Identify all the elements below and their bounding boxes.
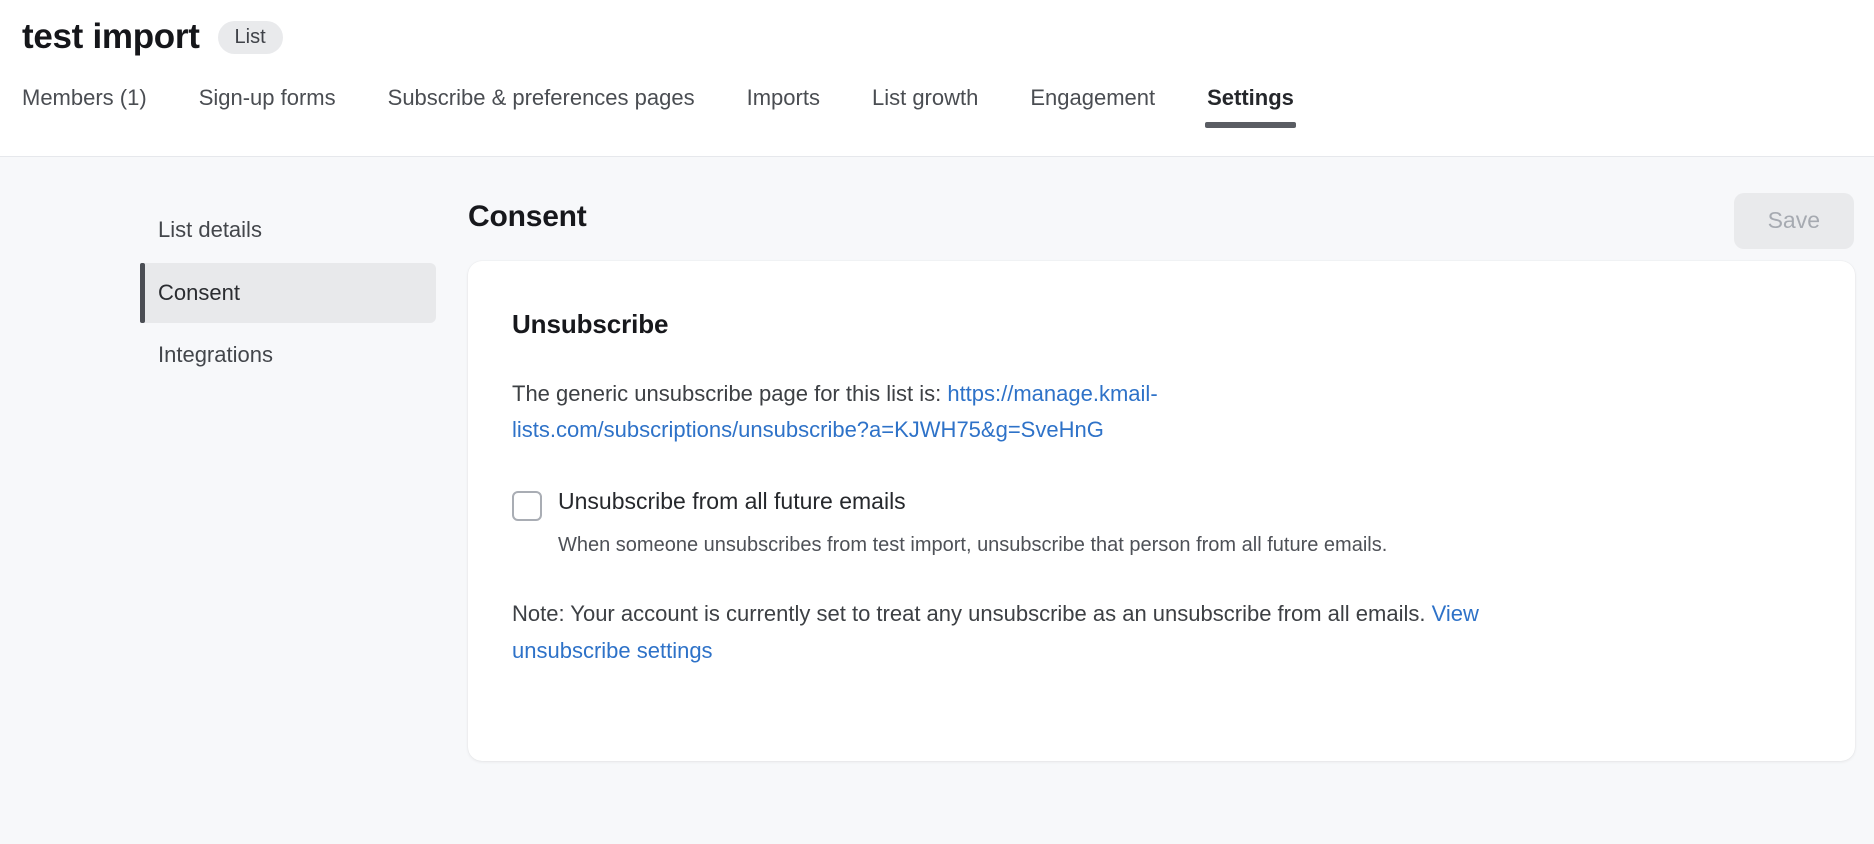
section-header: Consent Save: [436, 157, 1855, 261]
list-type-badge: List: [218, 21, 283, 54]
sidebar-item-consent[interactable]: Consent: [140, 263, 436, 324]
settings-main: Consent Save Unsubscribe The generic uns…: [436, 157, 1874, 844]
sidebar-item-integrations[interactable]: Integrations: [140, 325, 436, 386]
settings-sidebar: List details Consent Integrations: [0, 157, 436, 844]
save-button[interactable]: Save: [1734, 193, 1854, 249]
section-title: Consent: [468, 193, 587, 235]
note-text: Note: Your account is currently set to t…: [512, 601, 1432, 626]
page-title: test import: [22, 18, 200, 57]
tab-signup-forms[interactable]: Sign-up forms: [173, 76, 362, 134]
title-row: test import List: [0, 0, 1874, 62]
unsubscribe-all-row: Unsubscribe from all future emails: [512, 487, 1811, 521]
tab-members[interactable]: Members (1): [22, 76, 173, 134]
account-unsubscribe-note: Note: Your account is currently set to t…: [512, 595, 1522, 670]
tab-imports[interactable]: Imports: [721, 76, 846, 134]
tab-list-growth[interactable]: List growth: [846, 76, 1004, 134]
page-body: List details Consent Integrations Consen…: [0, 157, 1874, 844]
page-header: test import List Members (1) Sign-up for…: [0, 0, 1874, 157]
card-title: Unsubscribe: [512, 309, 1811, 340]
generic-unsubscribe-page-paragraph: The generic unsubscribe page for this li…: [512, 376, 1512, 449]
unsubscribe-all-checkbox[interactable]: [512, 491, 542, 521]
generic-page-text: The generic unsubscribe page for this li…: [512, 381, 947, 406]
unsubscribe-all-label[interactable]: Unsubscribe from all future emails: [558, 487, 906, 516]
tab-settings[interactable]: Settings: [1181, 76, 1320, 134]
unsubscribe-card: Unsubscribe The generic unsubscribe page…: [468, 261, 1855, 761]
header-divider: [0, 156, 1874, 157]
unsubscribe-all-help-text: When someone unsubscribes from test impo…: [512, 531, 1811, 559]
primary-tabs: Members (1) Sign-up forms Subscribe & pr…: [0, 76, 1874, 134]
sidebar-item-list-details[interactable]: List details: [140, 200, 436, 261]
tab-subscribe-preferences-pages[interactable]: Subscribe & preferences pages: [362, 76, 721, 134]
tab-engagement[interactable]: Engagement: [1004, 76, 1181, 134]
